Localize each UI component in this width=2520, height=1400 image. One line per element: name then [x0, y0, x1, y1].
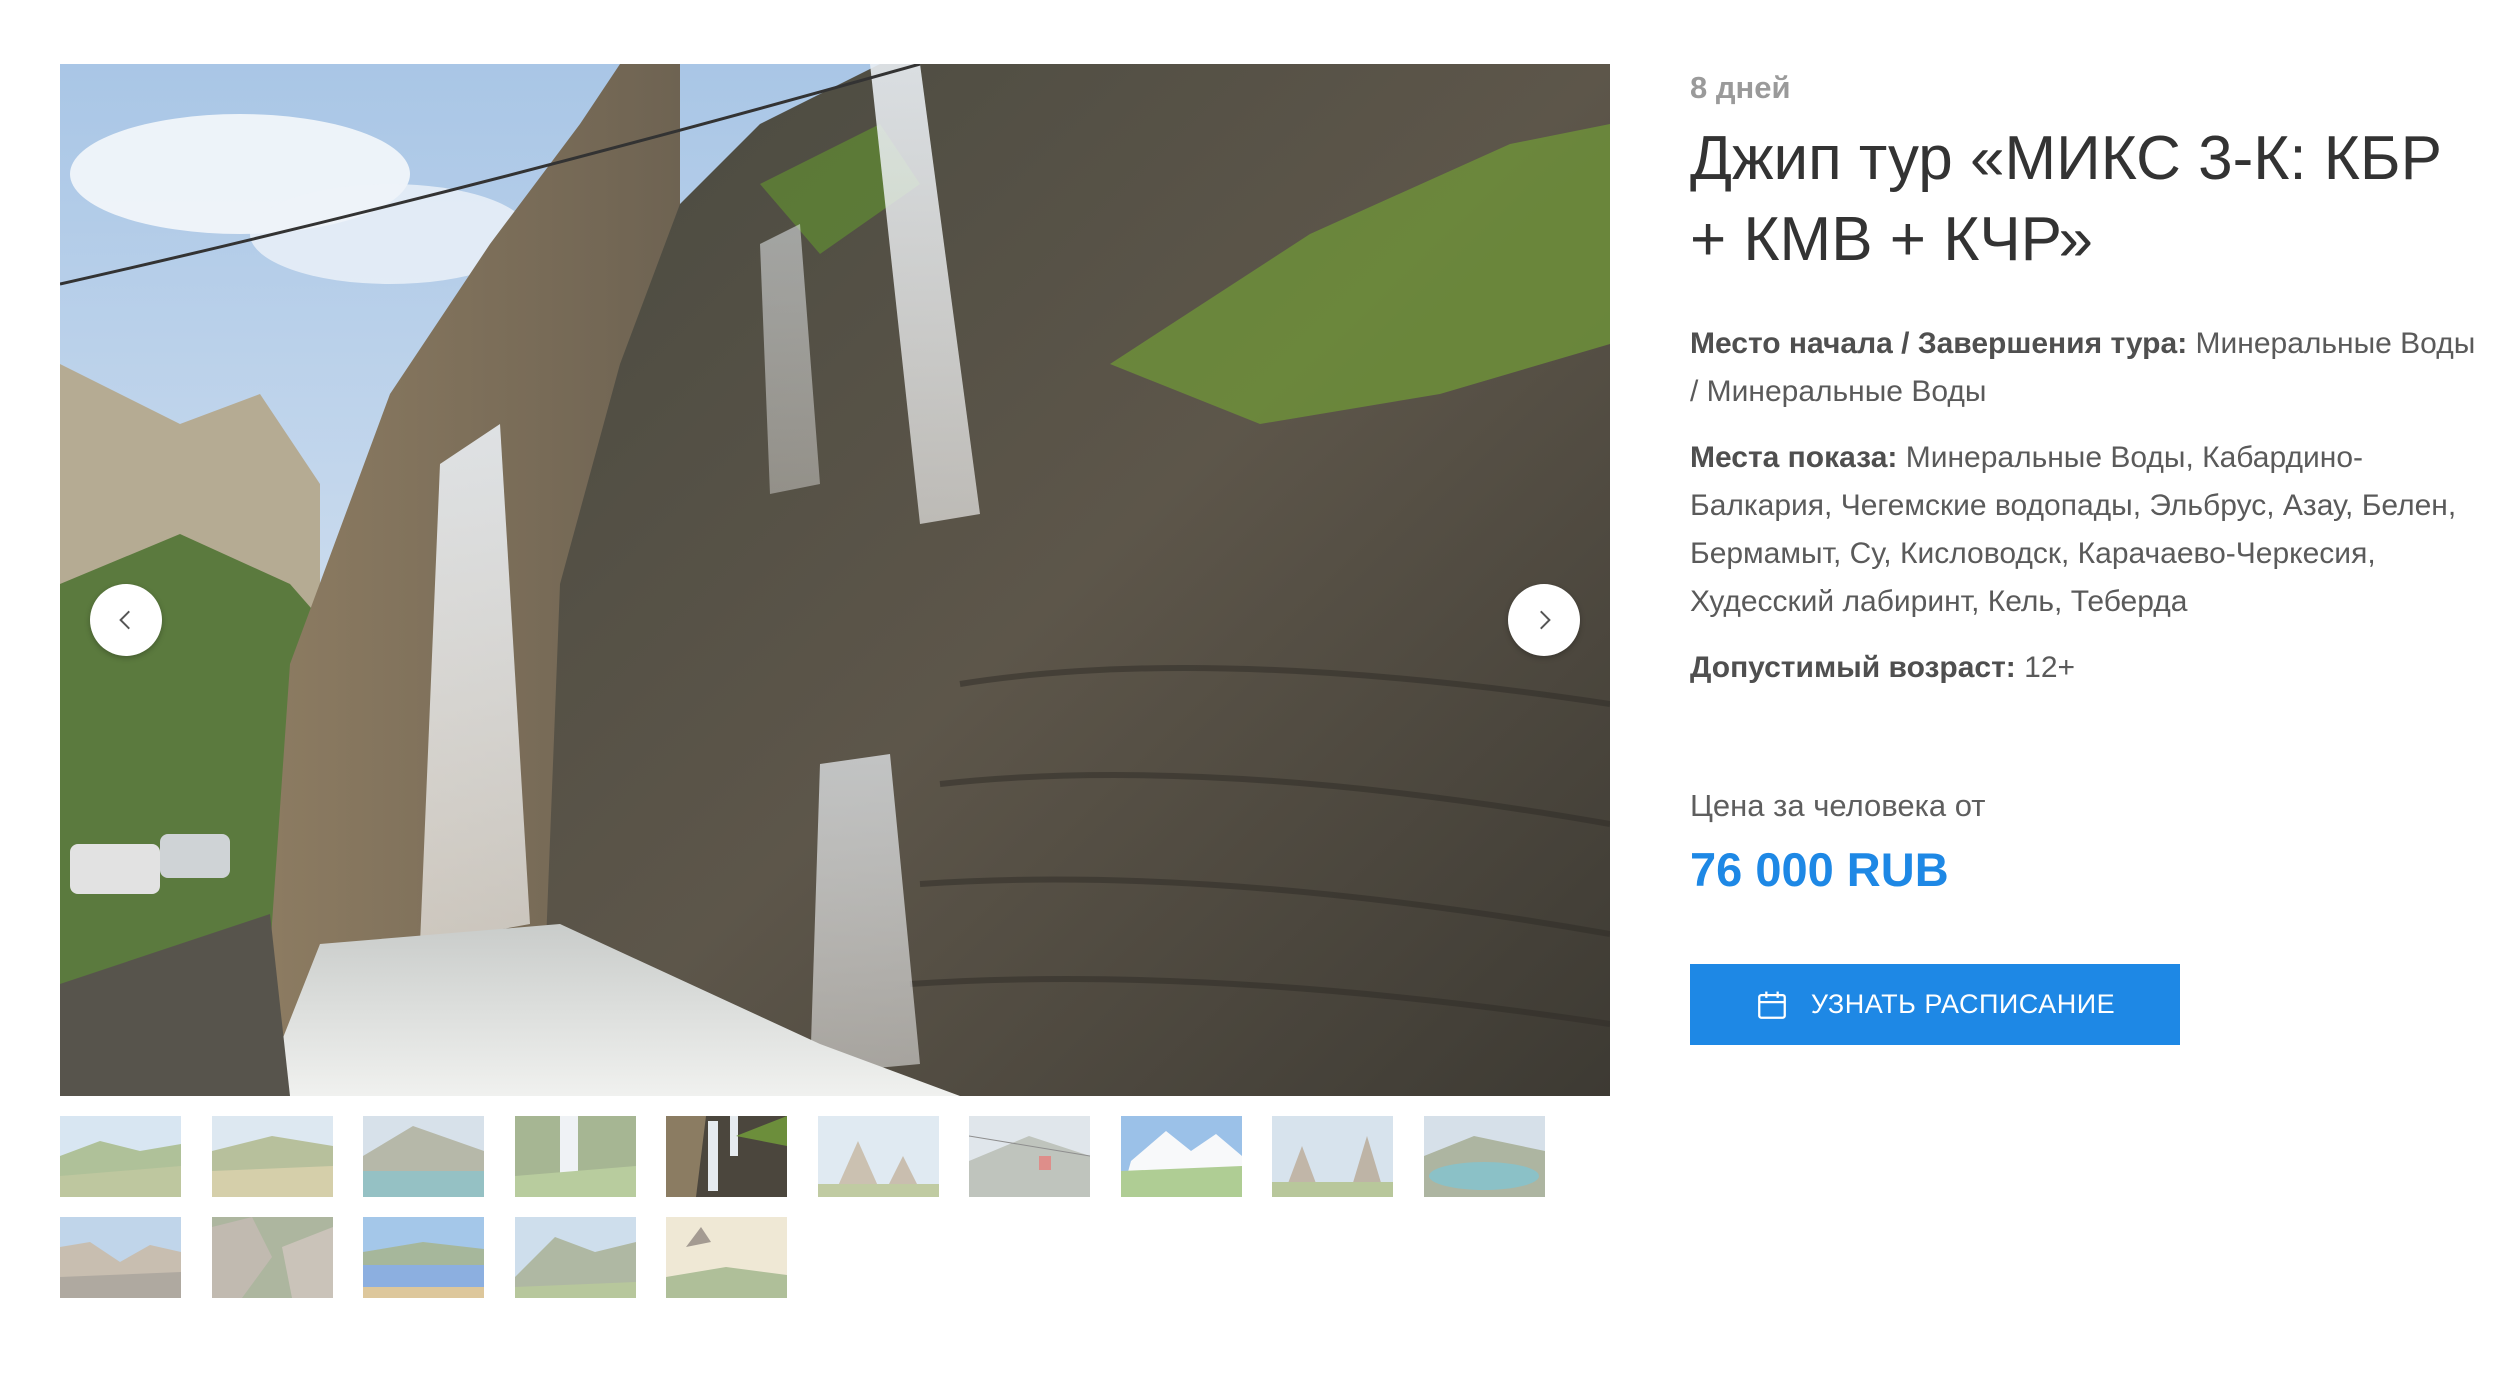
- tour-duration: 8 дней: [1690, 70, 1791, 105]
- mountain-lake-photo: [363, 1116, 484, 1197]
- canyon-photo: [60, 1217, 181, 1298]
- thumbnail-12[interactable]: [212, 1217, 333, 1298]
- tour-title: Джип тур «МИКС 3-К: КБР + КМВ + КЧР»: [1690, 124, 2442, 274]
- thumbnail-11[interactable]: [60, 1217, 181, 1298]
- thumbnail-5[interactable]: [666, 1116, 787, 1197]
- gallery-next-button[interactable]: [1508, 584, 1580, 656]
- tour-start-end: Место начала / Завершения тура: Минераль…: [1690, 320, 2490, 416]
- thumbnail-1[interactable]: [60, 1116, 181, 1197]
- chevron-right-icon: [1540, 610, 1551, 630]
- gallery-prev-button[interactable]: [90, 584, 162, 656]
- turquoise-lake-photo: [1424, 1116, 1545, 1197]
- eagle-rock-photo: [666, 1217, 787, 1298]
- age-label: Допустимый возраст:: [1690, 651, 2016, 684]
- tour-price: 76 000 RUB: [1690, 843, 1949, 896]
- chevron-left-icon: [119, 610, 130, 630]
- schedule-button[interactable]: УЗНАТЬ РАСПИСАНИЕ: [1690, 964, 2180, 1045]
- blue-lake-photo: [363, 1217, 484, 1298]
- elbrus-peaks-photo: [1121, 1116, 1242, 1197]
- waterfall-gorge-photo: [515, 1116, 636, 1197]
- thumbnail-8[interactable]: [1121, 1116, 1242, 1197]
- stone-towers-photo: [818, 1116, 939, 1197]
- cable-car-photo: [969, 1116, 1090, 1197]
- valley-photo: [212, 1116, 333, 1197]
- places-label: Места показа:: [1690, 441, 1898, 474]
- price-label: Цена за человека от: [1690, 788, 1986, 823]
- age-value: 12+: [2015, 651, 2076, 684]
- thumbnail-4[interactable]: [515, 1116, 636, 1197]
- green-hills-photo: [60, 1116, 181, 1197]
- tour-info-panel: 8 дней Джип тур «МИКС 3-К: КБР + КМВ + К…: [1690, 66, 2490, 1045]
- thumbnail-9[interactable]: [1272, 1116, 1393, 1197]
- start-end-label: Место начала / Завершения тура:: [1690, 327, 2188, 360]
- tour-places: Места показа: Минеральные Воды, Кабардин…: [1690, 434, 2490, 626]
- thumbnail-7[interactable]: [969, 1116, 1090, 1197]
- thumbnail-10[interactable]: [1424, 1116, 1545, 1197]
- chegem-waterfalls-photo: [666, 1116, 787, 1197]
- tour-age: Допустимый возраст: 12+: [1690, 644, 2490, 692]
- waterfall-photo: [60, 64, 1610, 1096]
- gallery-main-image[interactable]: [60, 64, 1610, 1096]
- thumbnail-14[interactable]: [515, 1217, 636, 1298]
- old-towers-photo: [1272, 1116, 1393, 1197]
- schedule-button-label: УЗНАТЬ РАСПИСАНИЕ: [1810, 989, 2116, 1019]
- thumbnail-15[interactable]: [666, 1217, 787, 1298]
- thumbnail-6[interactable]: [818, 1116, 939, 1197]
- thumbnail-3[interactable]: [363, 1116, 484, 1197]
- thumbnail-2[interactable]: [212, 1116, 333, 1197]
- thumbnail-13[interactable]: [363, 1217, 484, 1298]
- green-mountain-photo: [515, 1217, 636, 1298]
- rock-ruins-photo: [212, 1217, 333, 1298]
- calendar-icon: [1757, 991, 1786, 1019]
